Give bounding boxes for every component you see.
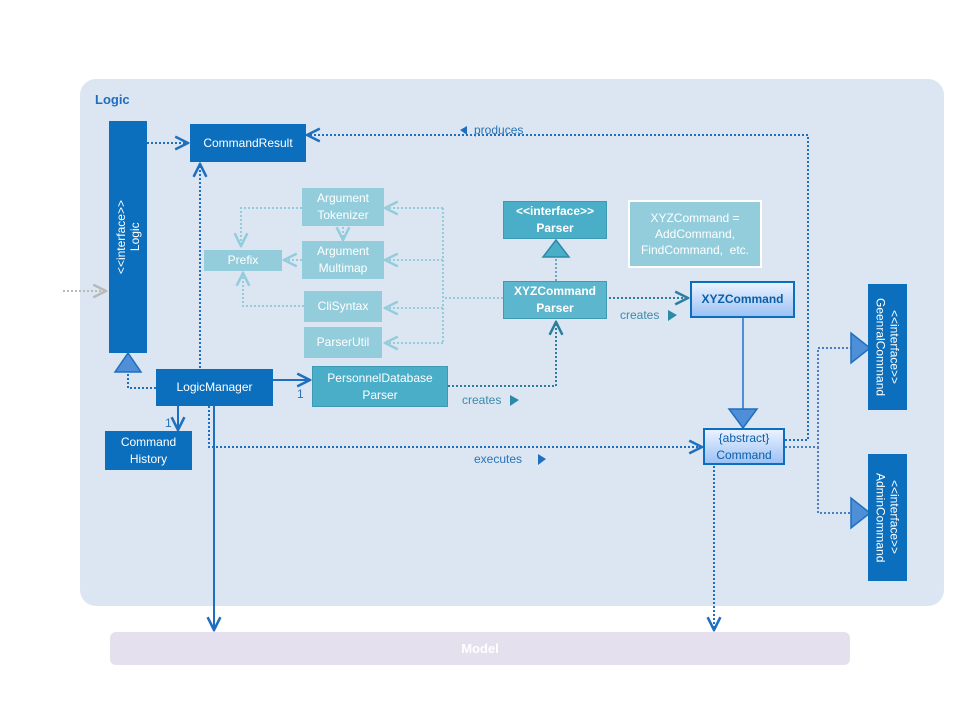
class-abstract-command[interactable]: {abstract} Command	[703, 428, 785, 465]
class-logic-interface[interactable]: <<interface>> Logic	[109, 121, 147, 353]
class-argument-tokenizer-label: Argument Tokenizer	[316, 191, 370, 222]
note-xyz-command-text: XYZCommand = AddCommand, FindCommand, et…	[640, 211, 750, 257]
label-creates-pdparser: creates	[462, 393, 502, 407]
class-logic-manager[interactable]: LogicManager	[156, 369, 273, 406]
class-parser-interface[interactable]: <<interface>> Parser	[503, 201, 607, 239]
class-cli-syntax-label: CliSyntax	[317, 299, 369, 313]
class-personnel-database-parser[interactable]: PersonnelDatabase Parser	[312, 366, 448, 407]
class-admin-command-label: <<interface>> AdminCommand	[873, 472, 902, 563]
label-executes: executes	[474, 452, 523, 466]
label-produces: produces	[474, 123, 524, 137]
label-creates-xyzparser: creates	[620, 308, 660, 322]
class-parser-interface-label: <<interface>> Parser	[515, 204, 595, 235]
class-argument-tokenizer[interactable]: Argument Tokenizer	[302, 188, 384, 226]
class-abstract-command-label: {abstract} Command	[716, 430, 772, 462]
class-personnel-database-parser-label: PersonnelDatabase Parser	[327, 370, 433, 402]
multiplicity-history: 1	[165, 416, 172, 430]
class-prefix[interactable]: Prefix	[204, 250, 282, 271]
class-xyz-command-parser[interactable]: XYZCommand Parser	[503, 281, 607, 319]
note-xyz-command: XYZCommand = AddCommand, FindCommand, et…	[628, 200, 762, 268]
model-package-label: Model	[461, 641, 499, 656]
multiplicity-pdparser: 1	[297, 387, 304, 401]
class-xyz-command[interactable]: XYZCommand	[690, 281, 795, 318]
class-parser-util[interactable]: ParserUtil	[304, 327, 382, 358]
class-parser-util-label: ParserUtil	[316, 335, 370, 349]
class-argument-multimap[interactable]: Argument Multimap	[302, 241, 384, 279]
class-argument-multimap-label: Argument Multimap	[316, 244, 370, 275]
class-command-result-label: CommandResult	[203, 135, 293, 150]
class-admin-command-interface[interactable]: <<interface>> AdminCommand	[868, 454, 907, 581]
class-xyz-command-label: XYZCommand	[701, 292, 784, 306]
logic-package-title: Logic	[95, 92, 130, 107]
class-general-command-label: <<interface>> GeenralCommand	[873, 297, 902, 397]
class-command-result[interactable]: CommandResult	[190, 124, 306, 162]
class-cli-syntax[interactable]: CliSyntax	[304, 291, 382, 322]
class-general-command-interface[interactable]: <<interface>> GeenralCommand	[868, 284, 907, 410]
model-package[interactable]: Model	[110, 632, 850, 665]
class-logic-interface-label: <<interface>> Logic	[114, 199, 142, 275]
class-logic-manager-label: LogicManager	[176, 380, 253, 394]
class-xyz-command-parser-label: XYZCommand Parser	[513, 284, 596, 315]
class-command-history-label: Command History	[120, 434, 177, 466]
class-command-history[interactable]: Command History	[105, 431, 192, 470]
class-prefix-label: Prefix	[227, 253, 259, 267]
